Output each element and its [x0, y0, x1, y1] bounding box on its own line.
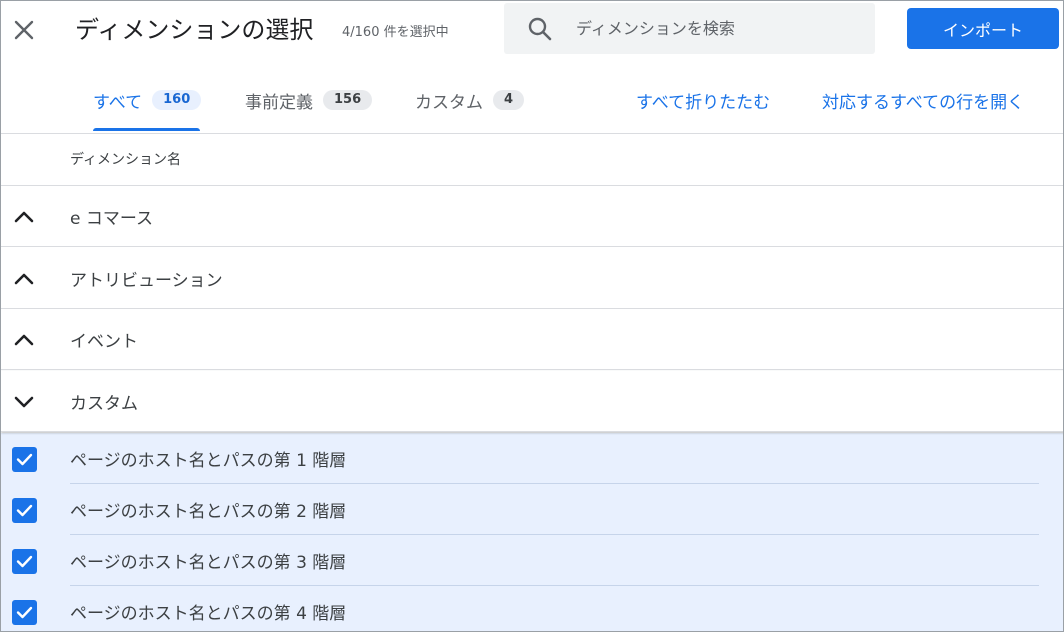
chevron-up-icon[interactable] [11, 204, 37, 230]
checkbox[interactable] [12, 447, 37, 472]
column-header-dimension-name: ディメンション名 [70, 152, 182, 168]
checkmark-icon [16, 606, 33, 619]
collapse-all-link[interactable]: すべて折りたたむ [636, 67, 770, 133]
tab-count-badge: 4 [493, 90, 525, 110]
group-row-custom[interactable]: カスタム [1, 371, 1063, 432]
tab-label: すべて [93, 92, 143, 113]
group-label: e コマース [70, 209, 154, 229]
tab-count-badge: 160 [152, 90, 202, 110]
group-row-event[interactable]: イベント [1, 309, 1063, 370]
checkbox[interactable] [12, 498, 37, 523]
tab-count-badge: 156 [323, 90, 373, 110]
checkmark-icon [16, 453, 33, 466]
dimension-row[interactable]: ページのホスト名とパスの第 2 階層 [1, 484, 1063, 535]
dimension-label: ページのホスト名とパスの第 2 階層 [70, 502, 347, 522]
group-label: イベント [70, 332, 138, 352]
chevron-down-icon[interactable] [11, 389, 37, 415]
tab-all[interactable]: すべて 160 [93, 67, 202, 133]
search-icon [528, 17, 552, 40]
dimension-label: ページのホスト名とパスの第 3 階層 [70, 553, 347, 573]
group-row-ecommerce[interactable]: e コマース [1, 186, 1063, 247]
dimension-row[interactable]: ページのホスト名とパスの第 4 階層 [1, 586, 1063, 631]
checkbox[interactable] [12, 549, 37, 574]
group-label: アトリビューション [70, 271, 223, 291]
checkmark-icon [16, 504, 33, 517]
import-button[interactable]: インポート [907, 8, 1059, 49]
selection-count: 4/160 件を選択中 [342, 25, 449, 40]
search-box[interactable] [504, 3, 875, 54]
group-label: カスタム [70, 394, 138, 414]
selected-items-area: ページのホスト名とパスの第 1 階層 ページのホスト名とパスの第 2 階層 ペー… [1, 433, 1063, 631]
dialog-title: ディメンションの選択 [75, 16, 314, 44]
close-button[interactable] [9, 15, 39, 45]
active-tab-indicator [93, 128, 200, 131]
tab-predefined[interactable]: 事前定義 156 [245, 67, 373, 133]
tab-label: 事前定義 [245, 92, 313, 113]
dimension-selection-dialog: ディメンションの選択 4/160 件を選択中 インポート すべて 160 事前定… [0, 0, 1064, 632]
search-input[interactable] [576, 19, 856, 38]
dimension-label: ページのホスト名とパスの第 4 階層 [70, 604, 347, 624]
chevron-up-icon[interactable] [11, 327, 37, 353]
expand-matching-rows-link[interactable]: 対応するすべての行を開く [822, 67, 1024, 133]
chevron-up-icon[interactable] [11, 266, 37, 292]
group-row-attribution[interactable]: アトリビューション [1, 248, 1063, 309]
dimension-label: ページのホスト名とパスの第 1 階層 [70, 451, 347, 471]
checkbox[interactable] [12, 600, 37, 625]
tabs-divider [1, 133, 1063, 134]
search-icon-container [504, 3, 576, 54]
close-icon [14, 20, 34, 40]
dimension-row[interactable]: ページのホスト名とパスの第 1 階層 [1, 433, 1063, 484]
tab-label: カスタム [415, 92, 483, 113]
checkmark-icon [16, 555, 33, 568]
tab-custom[interactable]: カスタム 4 [415, 67, 525, 133]
dimension-row[interactable]: ページのホスト名とパスの第 3 階層 [1, 535, 1063, 586]
